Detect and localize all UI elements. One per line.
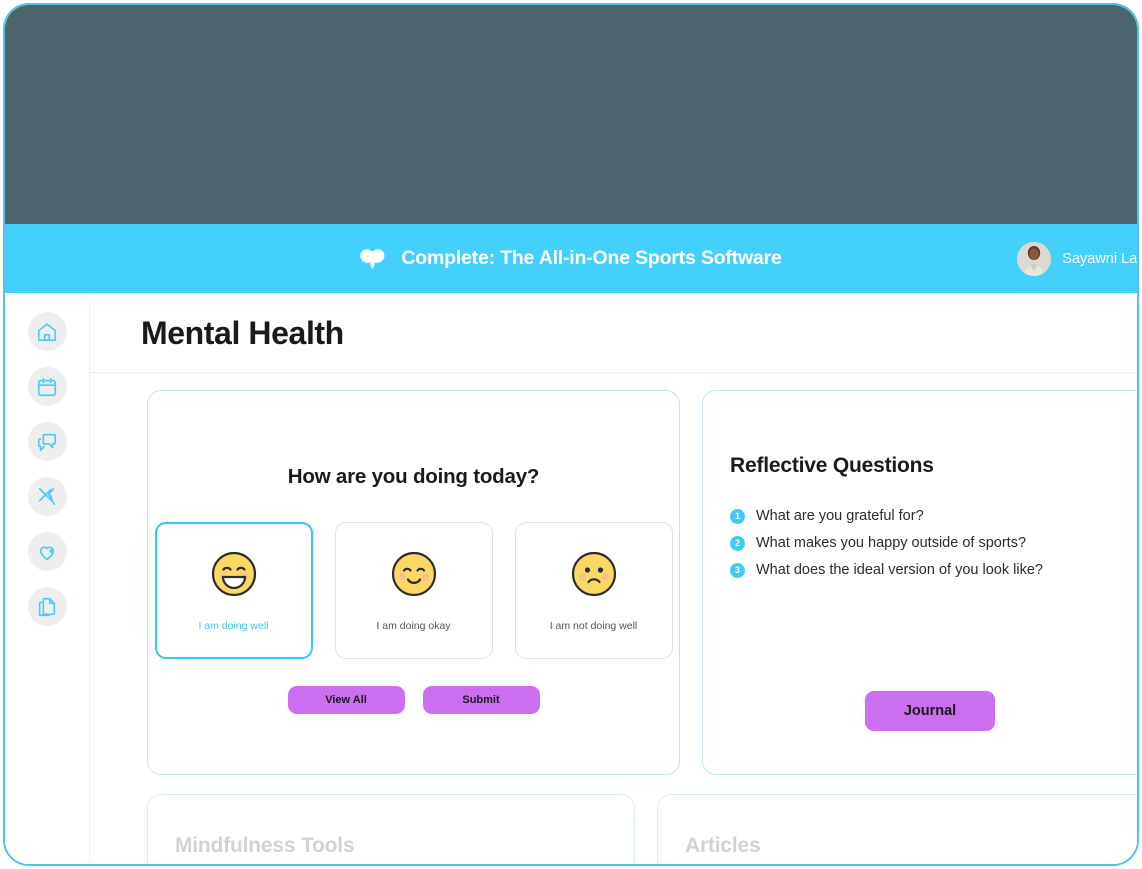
list-item[interactable]: 3 What does the ideal version of you loo… [730, 562, 1043, 578]
browser-window: Complete: The All-in-One Sports Software… [3, 3, 1139, 866]
documents-icon [36, 596, 58, 618]
mindfulness-tools-panel: Mindfulness Tools [147, 794, 635, 864]
browser-chrome-area [5, 5, 1137, 224]
reflective-heading: Reflective Questions [730, 454, 934, 477]
mood-label: I am doing okay [376, 620, 451, 632]
page-title: Mental Health [141, 315, 344, 351]
sidebar-item-calendar[interactable] [27, 367, 67, 406]
list-item[interactable]: 2 What makes you happy outside of sports… [730, 535, 1043, 551]
brand-block: Complete: The All-in-One Sports Software [5, 224, 1137, 293]
happy-face-icon [209, 549, 259, 604]
app-body: Mental Health How are you doing today? I… [5, 293, 1137, 864]
mood-label: I am not doing well [549, 620, 638, 632]
sidebar-item-documents[interactable] [27, 587, 67, 626]
mood-label: I am doing well [198, 620, 269, 632]
sidebar [5, 293, 90, 864]
chat-icon [36, 431, 58, 453]
mood-options: I am doing well I am doing okay I am not… [148, 522, 679, 659]
mood-card-doing-okay[interactable]: I am doing okay [334, 522, 493, 659]
heart-plus-icon [36, 541, 58, 563]
mood-card-not-doing-well[interactable]: I am not doing well [514, 522, 673, 659]
sidebar-item-health[interactable] [27, 532, 67, 571]
sad-face-icon [569, 549, 619, 604]
question-number-badge: 2 [730, 535, 745, 551]
question-text: What makes you happy outside of sports? [756, 535, 1027, 551]
okay-face-icon [389, 549, 439, 604]
home-icon [36, 321, 58, 343]
question-text: What does the ideal version of you look … [756, 562, 1043, 578]
user-profile[interactable]: Sayawni Lassit [1017, 224, 1138, 293]
main-content: Mental Health How are you doing today? I… [90, 293, 1137, 864]
mood-card-doing-well[interactable]: I am doing well [154, 522, 313, 659]
mood-heading: How are you doing today? [287, 465, 540, 488]
panel-row: How are you doing today? I am doing well… [147, 390, 1137, 775]
reflective-questions-panel: Reflective Questions 1 What are you grat… [702, 390, 1137, 775]
list-item[interactable]: 1 What are you grateful for? [730, 508, 1043, 524]
submit-button[interactable]: Submit [422, 686, 540, 714]
sidebar-item-nutrition[interactable] [27, 477, 67, 516]
sidebar-item-messages[interactable] [27, 422, 67, 461]
mood-actions: View All Submit [148, 686, 679, 714]
title-divider [90, 372, 1137, 373]
journal-button[interactable]: Journal [865, 691, 995, 731]
brand-title: Complete: The All-in-One Sports Software [401, 247, 782, 269]
articles-title: Articles [685, 834, 761, 857]
mindfulness-title: Mindfulness Tools [175, 834, 355, 857]
user-name: Sayawni Lassit [1062, 250, 1138, 267]
view-all-button[interactable]: View All [287, 686, 405, 714]
app-header: Complete: The All-in-One Sports Software… [5, 224, 1137, 293]
question-number-badge: 1 [730, 508, 745, 524]
question-number-badge: 3 [730, 562, 745, 578]
question-list: 1 What are you grateful for? 2 What make… [730, 508, 1043, 589]
avatar[interactable] [1017, 241, 1052, 276]
sidebar-item-home[interactable] [27, 312, 67, 351]
mood-check-in-panel: How are you doing today? I am doing well… [147, 390, 680, 775]
question-text: What are you grateful for? [756, 508, 924, 524]
calendar-icon [36, 376, 58, 398]
utensils-icon [36, 486, 58, 508]
butterfly-icon [360, 248, 388, 269]
bottom-row: Mindfulness Tools Articles [147, 794, 1137, 864]
articles-panel: Articles [657, 794, 1137, 864]
